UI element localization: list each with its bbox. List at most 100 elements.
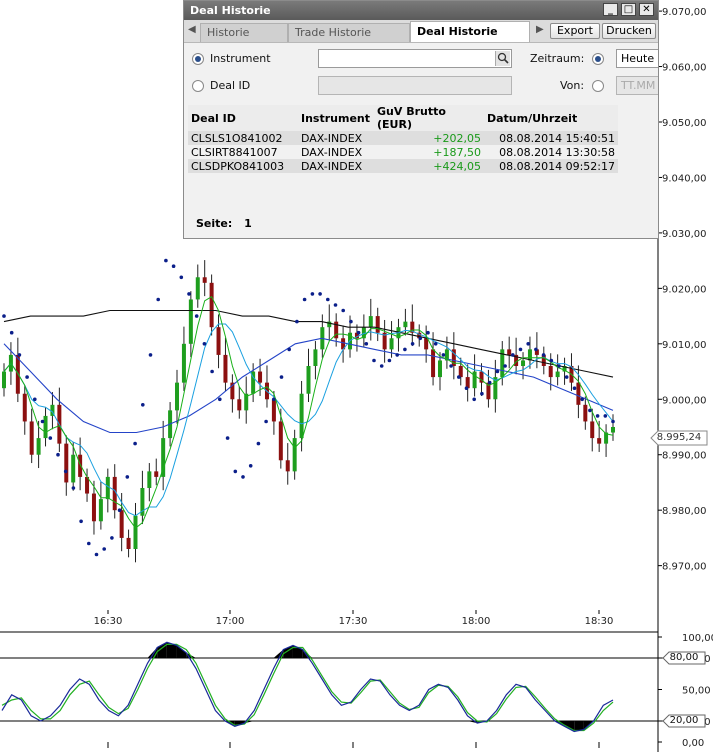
sar-dot: [110, 536, 114, 540]
candle-down: [223, 354, 228, 383]
tab-historie[interactable]: Historie: [200, 23, 288, 42]
instrument-search-button[interactable]: [495, 51, 510, 66]
last-price-value: 8.995,24: [656, 432, 702, 443]
dealid-input[interactable]: [318, 76, 512, 95]
sar-dot: [379, 364, 384, 368]
candle-up: [43, 415, 48, 439]
candle-down: [209, 282, 214, 328]
page-label: Seite:: [196, 217, 233, 230]
candle-down: [431, 349, 436, 378]
von-radio[interactable]: [592, 80, 604, 92]
cell-instrument: DAX-INDEX: [298, 159, 374, 173]
sar-dot: [395, 353, 400, 357]
candle-up: [71, 454, 76, 483]
sar-dot: [25, 375, 29, 379]
osc-tick-label: 100,00: [682, 633, 713, 644]
minimize-icon[interactable]: _: [603, 3, 618, 16]
sar-dot: [310, 292, 315, 296]
candle-up: [195, 277, 200, 300]
candle-down: [590, 421, 595, 439]
sar-dot: [33, 397, 37, 402]
candle-down: [424, 338, 429, 350]
cell-guv: +187,50: [433, 145, 481, 159]
sar-dot: [557, 364, 561, 368]
sar-dot: [17, 353, 22, 357]
candle-up: [147, 471, 152, 488]
price-tick-label: 9.060,00: [662, 63, 707, 74]
candle-up: [292, 438, 297, 472]
candle-down: [119, 510, 124, 538]
candle-up: [313, 349, 318, 366]
von-date-input[interactable]: TT.MM: [616, 76, 658, 95]
candle-down: [22, 393, 27, 422]
price-tick-label: 9.050,00: [662, 118, 707, 129]
col-guv[interactable]: GuV Brutto (EUR): [374, 105, 484, 131]
last-price-marker: 8.995,24: [650, 430, 708, 446]
sar-dot: [210, 369, 214, 374]
sar-dot: [79, 519, 83, 524]
print-button[interactable]: Drucken: [602, 23, 656, 39]
sar-dot: [572, 386, 577, 391]
instrument-radio-label: Instrument: [210, 52, 271, 65]
candle-up: [105, 476, 110, 500]
zeitraum-select[interactable]: Heute: [616, 49, 658, 68]
export-button[interactable]: Export: [550, 23, 600, 39]
instrument-radio[interactable]: [192, 53, 204, 65]
sar-dot: [179, 275, 184, 280]
table-row[interactable]: CLSDPKO841003 DAX-INDEX +424,05 08.08.20…: [188, 159, 618, 173]
candle-up: [368, 316, 373, 328]
tab-scroll-left-icon[interactable]: ◀: [188, 24, 196, 35]
maximize-icon[interactable]: □: [621, 3, 636, 16]
candle-up: [389, 338, 394, 350]
sar-dot: [218, 397, 222, 402]
close-icon[interactable]: ✕: [639, 3, 654, 16]
zeitraum-label: Zeitraum:: [530, 52, 585, 65]
col-deal-id[interactable]: Deal ID: [188, 105, 298, 131]
candle-down: [216, 327, 221, 355]
sar-dot: [341, 308, 346, 313]
time-tick-label: 17:00: [216, 616, 245, 627]
table-row[interactable]: CLSLS1O841002 DAX-INDEX +202,05 08.08.20…: [188, 131, 618, 145]
instrument-search-input[interactable]: [318, 49, 512, 68]
sar-dot: [541, 353, 546, 357]
pager: Seite: 1: [196, 217, 252, 230]
table-row[interactable]: CLSIRT8841007 DAX-INDEX +187,50 08.08.20…: [188, 145, 618, 159]
candle-up: [161, 438, 166, 477]
tab-deal-historie[interactable]: Deal Historie: [410, 21, 530, 42]
moving-average-fast: [3, 295, 614, 529]
cell-instrument: DAX-INDEX: [301, 145, 363, 159]
sar-dot: [241, 475, 245, 479]
sar-dot: [372, 358, 376, 363]
zeitraum-radio[interactable]: [592, 53, 604, 65]
price-tick-label: 9.030,00: [662, 229, 707, 240]
sar-dot: [71, 486, 76, 490]
sar-dot: [164, 258, 168, 263]
sar-dot: [233, 469, 238, 474]
table-header-row: Deal ID Instrument GuV Brutto (EUR) Datu…: [188, 105, 618, 131]
cell-instrument: DAX-INDEX: [298, 131, 374, 145]
window-titlebar[interactable]: Deal Historie _ □ ✕: [184, 1, 658, 20]
sar-dot: [9, 330, 14, 335]
candle-up: [2, 371, 6, 389]
deal-history-window[interactable]: Deal Historie _ □ ✕ ◀ Historie Trade His…: [183, 0, 659, 239]
candle-up: [133, 515, 138, 549]
sar-dot: [40, 419, 45, 424]
candle-down: [202, 277, 207, 283]
sar-dot: [487, 380, 492, 385]
col-datum[interactable]: Datum/Uhrzeit: [484, 105, 618, 131]
page-number[interactable]: 1: [244, 217, 252, 230]
candle-up: [521, 360, 526, 366]
sar-dot: [264, 419, 268, 424]
price-tick-label: 8.970,00: [662, 562, 707, 573]
sar-dot: [171, 264, 176, 269]
tab-scroll-right-icon[interactable]: ▶: [536, 24, 544, 35]
tab-trade-historie[interactable]: Trade Historie: [288, 23, 410, 42]
candle-up: [611, 427, 615, 433]
candle-down: [64, 443, 69, 483]
candle-up: [181, 343, 186, 383]
sar-dot: [187, 292, 191, 296]
dealid-radio-label: Deal ID: [210, 79, 251, 92]
col-instrument[interactable]: Instrument: [298, 105, 374, 131]
dealid-radio[interactable]: [192, 80, 204, 92]
price-tick-label: 9.040,00: [662, 173, 707, 184]
